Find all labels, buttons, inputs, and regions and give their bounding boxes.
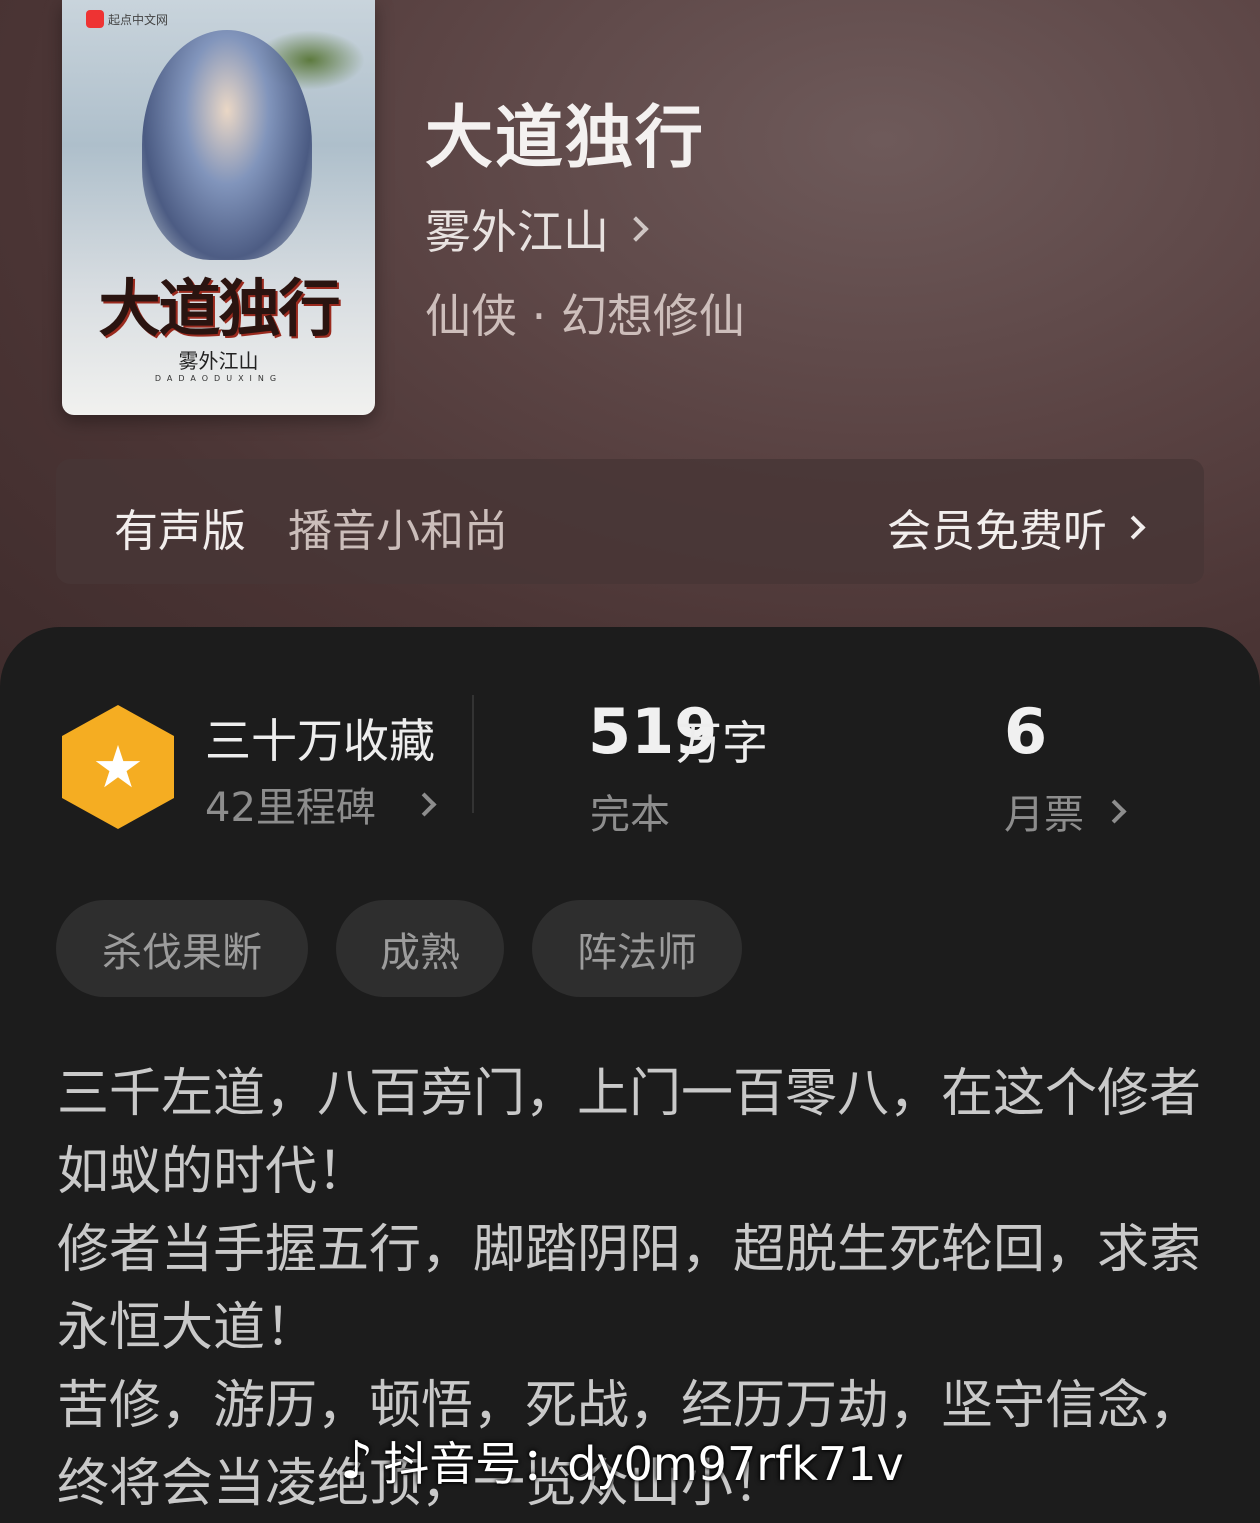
favorites-count: 三十万收藏 <box>205 714 435 768</box>
author-name: 雾外江山 <box>425 205 609 259</box>
description-paragraph: 修者当手握五行，脚踏阴阳，超脱生死轮回，求索永恒大道！ <box>57 1220 1202 1358</box>
stats-divider <box>472 695 474 813</box>
monthly-votes-link[interactable]: 月票 <box>1004 782 1127 840</box>
monthly-votes-value: 6 <box>1004 695 1048 768</box>
watermark-text: 抖音号：dy0m97rfk71v <box>383 1437 904 1491</box>
word-count-unit: 万字 <box>676 716 768 770</box>
member-free-listen-label: 会员免费听 <box>887 506 1107 557</box>
publisher-badge-icon <box>86 10 104 28</box>
tag-chip[interactable]: 杀伐果断 <box>56 900 308 997</box>
chevron-right-icon <box>1102 798 1127 824</box>
tag-chip[interactable]: 阵法师 <box>532 900 742 997</box>
milestones-link[interactable]: 42里程碑 <box>205 775 437 833</box>
member-free-listen-button[interactable]: 会员免费听 <box>887 495 1146 559</box>
star-icon: ★ <box>92 733 144 801</box>
audio-version-bar[interactable]: 有声版 播音小和尚 会员免费听 <box>56 459 1204 584</box>
cover-author: 雾外江山 <box>178 349 259 373</box>
chevron-right-icon <box>623 216 649 242</box>
cover-title: 大道独行 <box>98 272 340 345</box>
book-title: 大道独行 <box>425 99 706 178</box>
book-cover[interactable]: 起点中文网 大道独行 雾外江山 DADAODUXING <box>62 0 375 415</box>
tag-chip[interactable]: 成熟 <box>336 900 504 997</box>
milestones-label: 42里程碑 <box>205 785 376 831</box>
audio-label: 有声版 <box>114 506 246 557</box>
description-paragraph: 三千左道，八百旁门，上门一百零八，在这个修者如蚁的时代！ <box>57 1064 1202 1202</box>
audio-narrator: 播音小和尚 <box>288 506 508 557</box>
douyin-watermark: ♪ 抖音号：dy0m97rfk71v <box>340 1428 904 1494</box>
completion-status: 完本 <box>590 792 670 838</box>
cover-figure-art <box>142 30 312 260</box>
monthly-votes-label: 月票 <box>1004 792 1084 838</box>
author-link[interactable]: 雾外江山 <box>425 196 649 262</box>
book-genre: 仙侠 · 幻想修仙 <box>425 289 745 343</box>
cover-pinyin: DADAODUXING <box>154 374 283 383</box>
publisher-name: 起点中文网 <box>108 12 169 27</box>
chevron-right-icon <box>1121 514 1146 540</box>
chevron-right-icon <box>412 791 437 817</box>
douyin-logo-icon: ♪ <box>340 1431 374 1491</box>
publisher-logo: 起点中文网 <box>86 10 168 28</box>
